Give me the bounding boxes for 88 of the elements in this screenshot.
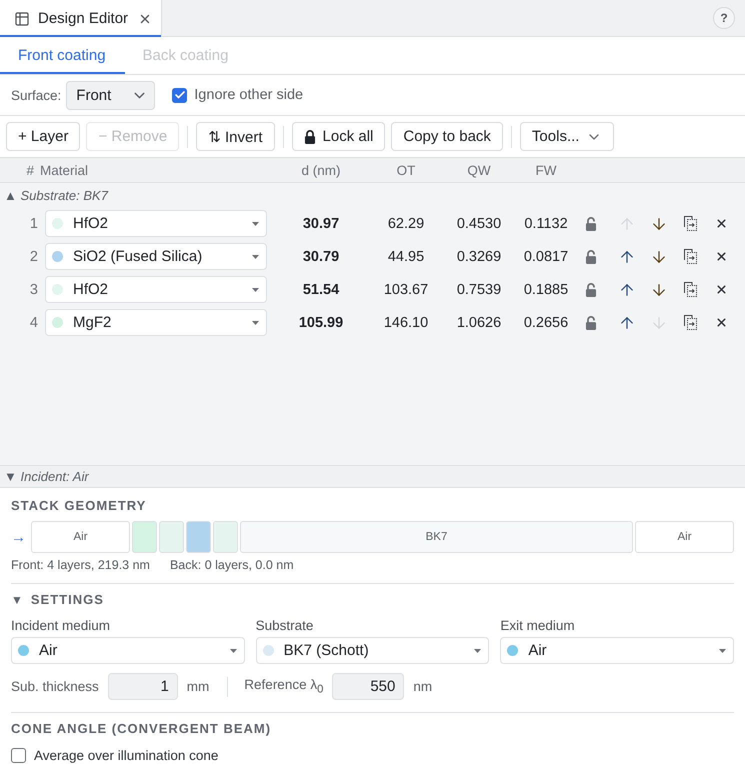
quarter-wave-cell-text: 0.7539 (456, 282, 502, 298)
medium-select[interactable]: BK7 (Schott) (256, 637, 490, 664)
delete-icon[interactable] (714, 283, 728, 296)
optical-thickness-cell-text: 62.29 (386, 216, 426, 232)
unlock-icon[interactable] (585, 316, 597, 330)
toolbar-button[interactable]: Copy to back (391, 122, 503, 151)
layer-number: 3 (28, 282, 39, 298)
medium-segment: Air (31, 521, 130, 553)
material-select[interactable]: HfO2 (45, 276, 267, 303)
quarter-wave-cell-text: 1.0626 (456, 314, 502, 330)
thickness-heading: d (nm) (300, 162, 342, 178)
full-wave-cell-text: 0.0817 (522, 248, 570, 264)
caret-icon (230, 648, 237, 652)
field-label: Exit medium (500, 618, 575, 634)
material-heading: Material (40, 162, 90, 178)
optical-thickness-cell-text: 103.67 (382, 282, 430, 298)
editor-tab[interactable]: Design Editor (0, 0, 162, 37)
caret-icon (474, 648, 482, 652)
thickness-cell-text: 51.54 (302, 282, 340, 298)
surface-label: Surface: (11, 88, 62, 102)
tools-menu-button[interactable]: Tools... (520, 122, 614, 151)
field-label: Incident medium (11, 618, 110, 634)
field-label: Substrate (256, 618, 314, 634)
thickness-cell-text: 105.99 (298, 314, 344, 330)
number-heading: # (25, 162, 35, 178)
material-select[interactable]: SiO2 (Fused Silica) (45, 243, 267, 270)
caret-icon (252, 254, 259, 258)
delete-icon[interactable] (714, 316, 728, 329)
back-summary: Back: 0 layers, 0.0 nm (170, 557, 294, 573)
help-button[interactable]: ? (713, 7, 735, 29)
layer-number: 4 (28, 314, 39, 330)
full-wave-cell-text: 0.1885 (522, 282, 570, 298)
delete-icon[interactable] (714, 250, 728, 263)
section-title: STACK GEOMETRY (11, 498, 146, 514)
layer-number: 2 (28, 248, 39, 264)
material-select[interactable]: MgF2 (45, 309, 267, 336)
unit-label: nm (413, 679, 432, 694)
quarter-wave-cell-text: 0.4530 (456, 216, 502, 232)
thickness-cell-text: 30.79 (302, 248, 340, 264)
substrate-segment: BK7 (240, 521, 633, 553)
cone-checkbox-label: Average over illumination cone (34, 748, 218, 762)
full-wave-heading: FW (534, 162, 558, 178)
thickness-label: Sub. thickness (11, 679, 99, 694)
wavelength-field[interactable]: 550 (332, 673, 404, 700)
section-title: CONE ANGLE (CONVERGENT BEAM) (11, 721, 272, 737)
optical-thickness-heading: OT (396, 162, 416, 178)
copy-icon[interactable] (684, 282, 696, 297)
copy-icon[interactable] (684, 315, 696, 330)
incident-arrow: → (11, 528, 27, 546)
incident-label: ▼ Incident: Air (4, 469, 89, 484)
surface-select[interactable]: Front (66, 80, 156, 110)
caret-icon (719, 648, 726, 652)
optical-thickness-cell-text: 44.95 (386, 248, 426, 264)
cone-checkbox[interactable] (11, 748, 26, 762)
copy-icon[interactable] (684, 216, 696, 231)
coating-tab[interactable]: Front coating (0, 37, 125, 74)
optical-thickness-cell-text: 146.10 (382, 314, 430, 330)
ignore-side-checkbox[interactable] (172, 88, 188, 102)
table-icon (14, 10, 30, 26)
unit-label: mm (186, 679, 210, 694)
medium-select[interactable]: Air (500, 637, 734, 664)
material-select[interactable]: HfO2 (45, 210, 267, 237)
layer-number: 1 (28, 216, 39, 232)
thickness-field[interactable]: 1 (108, 673, 178, 700)
quarter-wave-heading: QW (466, 162, 492, 178)
substrate-label: ▲ Substrate: BK7 (4, 188, 108, 202)
ignore-side-label: Ignore other side (194, 87, 304, 103)
settings-heading[interactable]: ▼ SETTINGS (11, 592, 104, 608)
full-wave-cell-text: 0.2656 (522, 314, 570, 330)
lock-icon (304, 130, 316, 144)
thickness-cell-text: 30.97 (302, 216, 340, 232)
medium-segment: Air (635, 521, 734, 553)
full-wave-cell-text: 0.1132 (523, 216, 569, 232)
toolbar-button[interactable]: Lock all (292, 122, 386, 151)
front-summary: Front: 4 layers, 219.3 nm (11, 557, 150, 573)
caret-icon (252, 320, 259, 324)
unlock-icon[interactable] (585, 282, 597, 296)
unlock-icon[interactable] (585, 216, 597, 230)
toolbar-button[interactable]: ⇅ Invert (196, 122, 275, 151)
toolbar-button[interactable]: + Layer (6, 122, 80, 151)
unlock-icon[interactable] (585, 250, 597, 264)
medium-select[interactable]: Air (11, 637, 245, 664)
copy-icon[interactable] (684, 249, 696, 264)
caret-icon (252, 288, 259, 292)
delete-icon[interactable] (714, 217, 728, 230)
wavelength-label: Reference λ$_{0}$ (244, 677, 324, 696)
caret-icon (252, 222, 259, 226)
quarter-wave-cell-text: 0.3269 (456, 248, 502, 264)
